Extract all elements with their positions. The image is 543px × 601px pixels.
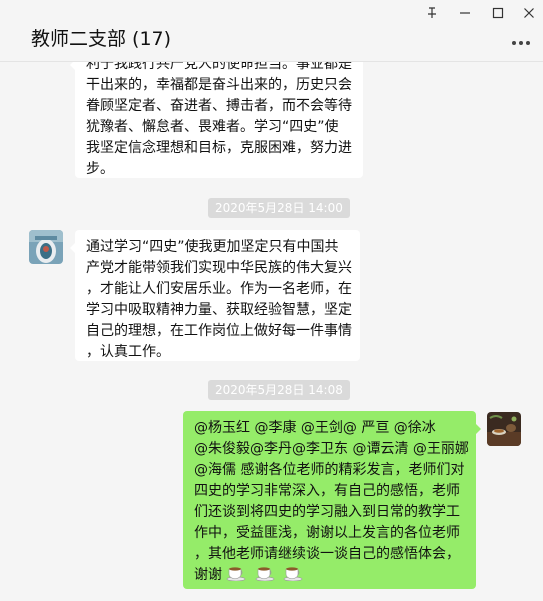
message-line: 产党才能带领我们实现中华民族的伟大复兴 bbox=[86, 260, 352, 276]
pin-icon[interactable] bbox=[418, 2, 446, 24]
timestamp: 2020年5月28日 14:00 bbox=[208, 198, 350, 218]
message-line: 自己的理想，在工作岗位上做好每一件事情 bbox=[86, 323, 352, 339]
message-line: 步。 bbox=[86, 161, 114, 177]
title-bar: 教师二支部 (17) bbox=[0, 0, 543, 62]
maximize-button[interactable] bbox=[484, 2, 512, 24]
message-line: @杨玉红 @李康 @王剑@ 严亘 @徐冰 bbox=[194, 420, 436, 436]
message-bubble[interactable]: 通过学习“四史”使我更加坚定只有中国共 产党才能带领我们实现中华民族的伟大复兴 … bbox=[70, 230, 360, 361]
message-line: 作中，受益匪浅，谢谢以上发言的各位老师 bbox=[194, 525, 460, 541]
message-line: 犹豫者、懈怠者、畏难者。学习“四史”使 bbox=[86, 119, 339, 135]
message-bubble[interactable]: 利于我践行共产党人的使命担当。事业都是 干出来的，幸福都是奋斗出来的，历史只会 … bbox=[70, 62, 363, 178]
message-line: 们还谈到将四史的学习融入到日常的教学工 bbox=[194, 504, 460, 520]
message-line: ，才能让人们安居乐业。作为一名老师，在 bbox=[86, 281, 352, 297]
timestamp: 2020年5月28日 14:08 bbox=[208, 380, 350, 400]
message-line: ，认真工作。 bbox=[86, 344, 170, 360]
avatar[interactable] bbox=[29, 230, 63, 264]
message-line-last: 谢谢 bbox=[194, 565, 465, 586]
message-line: 干出来的，幸福都是奋斗出来的，历史只会 bbox=[86, 77, 352, 93]
close-button[interactable] bbox=[515, 2, 543, 24]
message-line: ，其他老师请继续谈一谈自己的感悟体会， bbox=[194, 546, 460, 562]
minimize-button[interactable] bbox=[451, 2, 479, 24]
chat-area[interactable]: 利于我践行共产党人的使命担当。事业都是 干出来的，幸福都是奋斗出来的，历史只会 … bbox=[0, 62, 543, 601]
message-text: 谢谢 bbox=[194, 567, 222, 583]
message-line: 我坚定信念理想和目标，克服困难，努力进 bbox=[86, 140, 352, 156]
message-line: 眷顾坚定者、奋进者、搏击者，而不会等待 bbox=[86, 98, 352, 114]
message-line: @朱俊毅@李丹@李卫东 @谭云清 @王丽娜 bbox=[194, 441, 469, 457]
message-line: 四史的学习非常深入，有自己的感悟，老师 bbox=[194, 483, 460, 499]
message-line: 利于我践行共产党人的使命担当。事业都是 bbox=[86, 62, 352, 72]
coffee-emoji bbox=[255, 567, 275, 581]
message-bubble-outgoing[interactable]: @杨玉红 @李康 @王剑@ 严亘 @徐冰 @朱俊毅@李丹@李卫东 @谭云清 @王… bbox=[183, 411, 481, 589]
coffee-emoji bbox=[284, 567, 303, 581]
coffee-emoji bbox=[227, 567, 246, 581]
message-line: 通过学习“四史”使我更加坚定只有中国共 bbox=[86, 239, 339, 255]
message-line: 学习中吸取精神力量、获取经验智慧，坚定 bbox=[86, 302, 352, 318]
avatar-self[interactable] bbox=[487, 412, 521, 446]
message-line: @海儒 感谢各位老师的精彩发言，老师们对 bbox=[194, 462, 465, 478]
more-options-icon[interactable] bbox=[511, 34, 531, 46]
chat-title: 教师二支部 (17) bbox=[31, 28, 172, 50]
